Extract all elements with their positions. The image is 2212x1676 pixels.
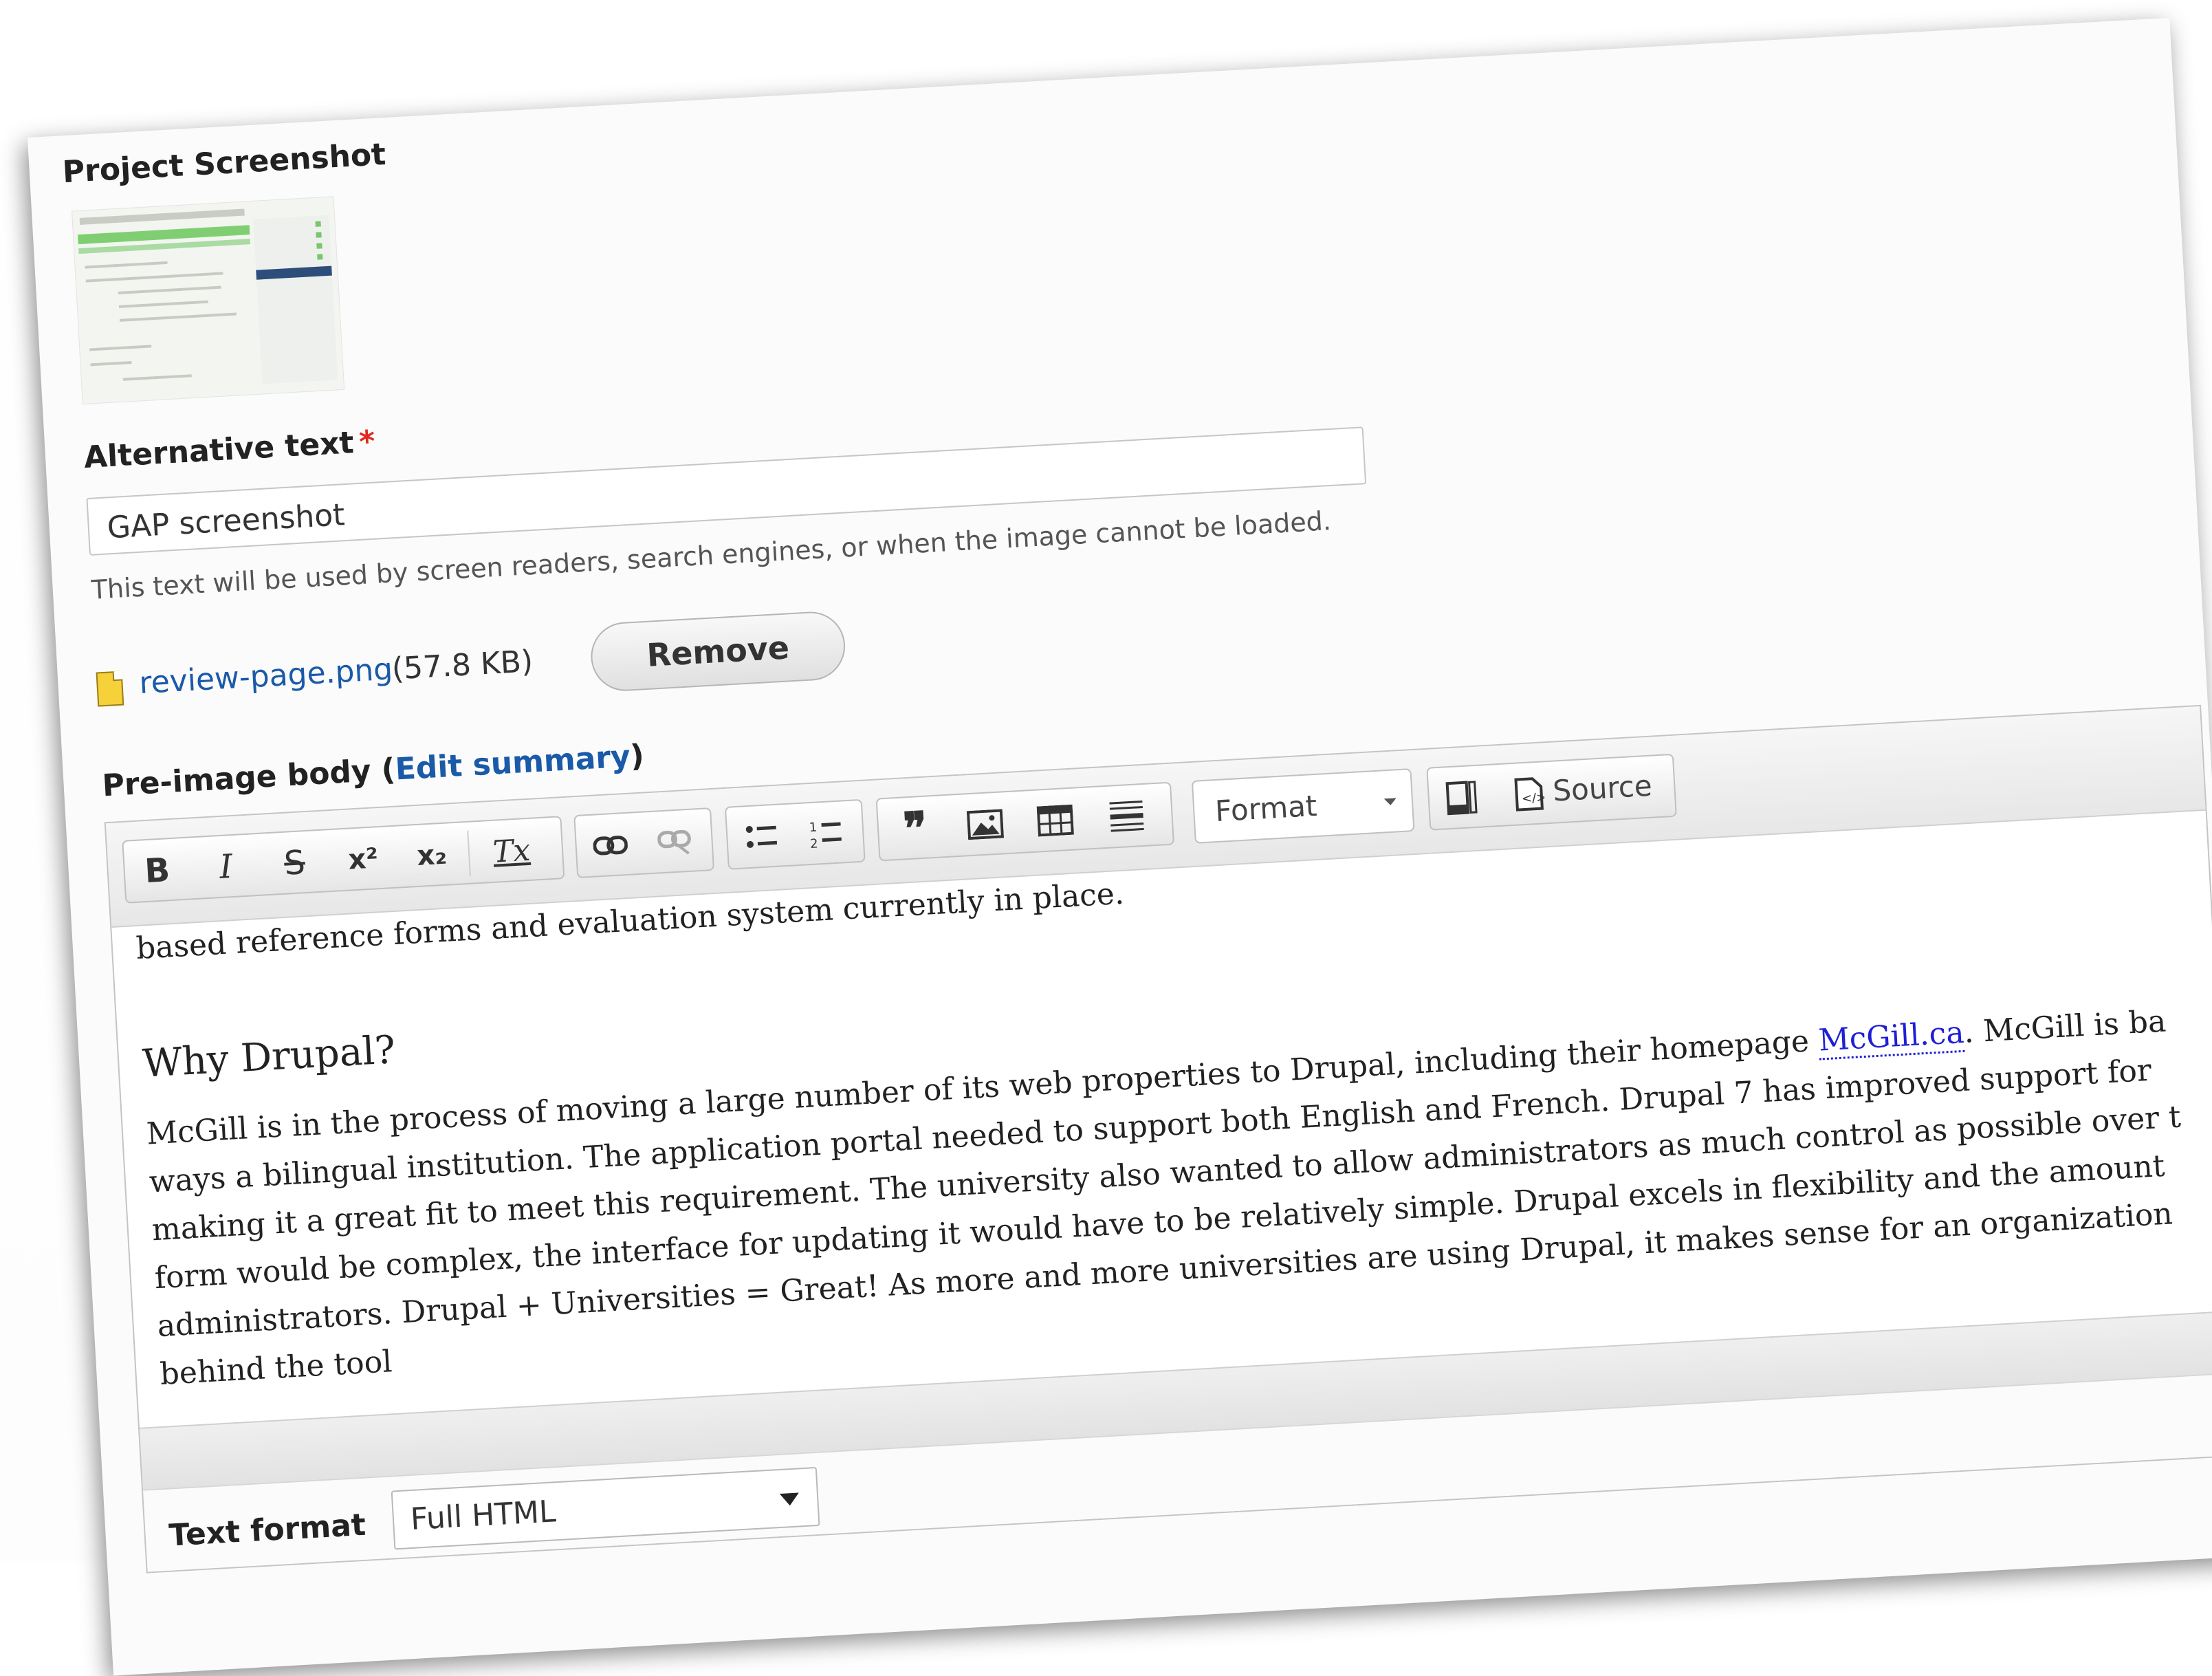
- bulleted-list-icon: [745, 825, 778, 848]
- thumb-line: [122, 374, 192, 381]
- thumb-dot: [316, 232, 322, 238]
- toolbar-group-links: [573, 807, 715, 879]
- text-format-select[interactable]: Full HTML: [391, 1466, 820, 1550]
- toolbar-group-blocks: ❞: [875, 781, 1175, 862]
- file-row: review-page.png (57.8 KB) Remove: [95, 598, 1060, 714]
- horizontal-line-icon: [1109, 800, 1144, 832]
- thumb-line: [89, 345, 152, 351]
- svg-text:1: 1: [809, 820, 818, 835]
- quote-icon: ❞: [901, 802, 929, 855]
- chevron-down-icon: [779, 1492, 800, 1506]
- thumb-line: [90, 361, 132, 367]
- strikethrough-button[interactable]: S: [266, 835, 322, 891]
- format-dropdown-label: Format: [1214, 788, 1318, 829]
- table-button[interactable]: [1027, 792, 1084, 849]
- node-edit-form: Project Screenshot Alternative text * GAP…: [28, 17, 2212, 1676]
- numbered-list-icon: 1 2: [809, 820, 842, 849]
- maximize-icon: [1445, 781, 1478, 816]
- thumb-line: [118, 300, 208, 308]
- thumb-line: [118, 285, 221, 294]
- source-button-label[interactable]: Source: [1552, 769, 1653, 808]
- thumb-line: [85, 272, 223, 283]
- svg-text:2: 2: [810, 836, 819, 849]
- thumb-dot: [315, 221, 321, 227]
- alt-text-label-text: Alternative text: [83, 425, 355, 476]
- content-line: . McGill is ba: [1962, 1003, 2167, 1050]
- edit-summary-open-paren: (: [380, 752, 397, 788]
- toolbar-separator: [467, 830, 471, 876]
- toolbar-group-basic-styles: B I S x² x₂ Tx: [122, 816, 565, 904]
- thumb-dot: [317, 254, 323, 260]
- file-size: (57.8 KB): [391, 644, 534, 687]
- toolbar-group-lists: 1 2: [724, 798, 866, 870]
- blockquote-button[interactable]: ❞: [887, 800, 943, 856]
- maximize-button[interactable]: [1434, 770, 1490, 826]
- horizontal-line-button[interactable]: [1098, 788, 1154, 845]
- text-format-selected: Full HTML: [409, 1494, 557, 1537]
- alt-text-label: Alternative text *: [83, 424, 376, 476]
- thumb-sidebar: [253, 215, 338, 384]
- project-screenshot-label: Project Screenshot: [61, 136, 387, 191]
- content-line: behind the tool: [159, 1344, 393, 1393]
- thumb-header: [79, 208, 245, 225]
- body-label-text: Pre-image body: [101, 753, 372, 804]
- edit-summary-close-paren: ): [629, 738, 646, 774]
- text-format-label: Text format: [168, 1507, 367, 1554]
- content-heading: Why Drupal?: [141, 1027, 397, 1087]
- link-icon: [593, 836, 628, 856]
- source-button[interactable]: </>: [1504, 766, 1555, 823]
- superscript-button[interactable]: x²: [335, 831, 391, 887]
- thumb-dot: [316, 243, 322, 249]
- required-marker: *: [358, 424, 376, 460]
- subscript-button[interactable]: x₂: [404, 827, 460, 884]
- link-button[interactable]: [582, 817, 639, 873]
- screenshot-thumbnail[interactable]: [72, 196, 345, 405]
- source-icon: </>: [1514, 777, 1545, 812]
- chevron-down-icon: [1383, 798, 1397, 806]
- image-file-icon: [96, 671, 124, 707]
- toolbar-group-tools: </> Source: [1426, 753, 1677, 831]
- bold-button[interactable]: B: [129, 842, 186, 899]
- bulleted-list-button[interactable]: [733, 809, 789, 865]
- numbered-list-button[interactable]: 1 2: [798, 805, 854, 862]
- svg-text:</>: </>: [1521, 790, 1545, 806]
- mcgill-link[interactable]: McGill.ca: [1817, 1014, 1965, 1060]
- italic-button[interactable]: I: [198, 838, 254, 895]
- file-link[interactable]: review-page.png: [138, 652, 393, 701]
- remove-format-button[interactable]: Tx: [483, 823, 540, 879]
- format-dropdown[interactable]: Format: [1191, 768, 1415, 844]
- unlink-icon: [657, 829, 691, 855]
- rich-text-editor: B I S x² x₂ Tx 1 2 ❞ Format </> Source b…: [104, 704, 2212, 1574]
- edit-summary-link[interactable]: Edit summary: [394, 739, 631, 787]
- remove-button[interactable]: Remove: [589, 609, 847, 693]
- body-label: Pre-image body (Edit summary): [101, 738, 645, 803]
- image-button[interactable]: [957, 796, 1014, 853]
- image-icon: [966, 809, 1005, 840]
- table-icon: [1036, 804, 1074, 837]
- thumb-line: [119, 312, 237, 322]
- thumb-line: [85, 261, 168, 269]
- unlink-button[interactable]: [647, 814, 703, 870]
